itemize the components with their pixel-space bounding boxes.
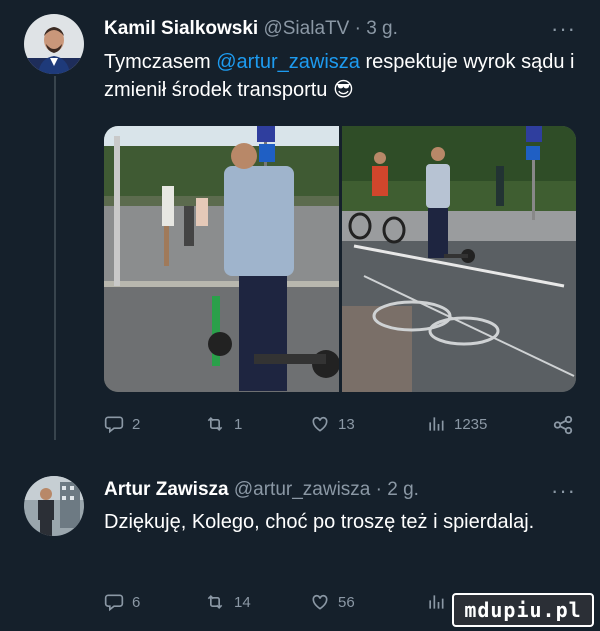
media-photo-right[interactable] [342, 126, 576, 392]
reply-icon [104, 594, 124, 612]
retweet-button[interactable]: 14 [204, 592, 251, 612]
site-watermark: mdupiu.pl [452, 593, 594, 627]
views-button[interactable]: 1235 [426, 414, 487, 434]
retweet-count: 14 [234, 593, 251, 611]
timestamp[interactable]: 3 g. [366, 18, 398, 39]
more-button[interactable]: ··· [551, 478, 576, 504]
mention-link[interactable]: @artur_zawisza [216, 51, 360, 73]
like-icon [312, 594, 328, 610]
reply-count: 2 [132, 415, 141, 433]
avatar[interactable] [24, 476, 84, 536]
retweet-count: 1 [234, 415, 243, 433]
reply-count: 6 [132, 593, 141, 611]
reply-button[interactable]: 6 [104, 592, 140, 612]
retweet-icon [207, 416, 223, 432]
like-button[interactable]: 13 [310, 414, 355, 434]
tweet-text: Dziękuję, Kolego, choć po troszę też i s… [104, 511, 535, 533]
share-icon [553, 415, 573, 435]
more-button[interactable]: ··· [551, 16, 576, 42]
like-count: 13 [338, 415, 355, 433]
separator: · [354, 18, 361, 39]
sunglasses-emoji: 😎 [333, 79, 354, 101]
tweet-header: Artur Zawisza @artur_zawisza · 2 g. [104, 479, 419, 501]
separator: · [375, 479, 382, 500]
views-count: 1235 [454, 415, 488, 433]
reply-icon [104, 416, 124, 434]
tweet-media[interactable] [104, 126, 576, 392]
like-count: 56 [338, 593, 355, 611]
tweet-text: Tymczasem @artur_zawisza respektuje wyro… [104, 48, 584, 104]
tweet-header: Kamil Sialkowski @SialaTV · 3 g. [104, 18, 398, 40]
share-button[interactable] [552, 414, 574, 436]
timestamp[interactable]: 2 g. [387, 479, 419, 500]
reply-button[interactable]: 2 [104, 414, 140, 434]
author-handle[interactable]: @artur_zawisza [234, 479, 371, 500]
avatar[interactable] [24, 14, 84, 74]
author-name[interactable]: Artur Zawisza [104, 479, 229, 500]
thread-line [54, 76, 56, 440]
retweet-button[interactable]: 1 [204, 414, 242, 434]
author-handle[interactable]: @SialaTV [263, 18, 349, 39]
author-name[interactable]: Kamil Sialkowski [104, 18, 258, 39]
like-button[interactable]: 56 [310, 592, 355, 612]
views-icon [429, 595, 444, 609]
media-photo-left[interactable] [104, 126, 340, 392]
retweet-icon [207, 594, 223, 610]
views-icon [429, 417, 444, 431]
tweet-actions: 2 1 13 1235 [104, 414, 576, 440]
tweet-text-prefix: Tymczasem [104, 51, 217, 73]
like-icon [312, 416, 328, 432]
